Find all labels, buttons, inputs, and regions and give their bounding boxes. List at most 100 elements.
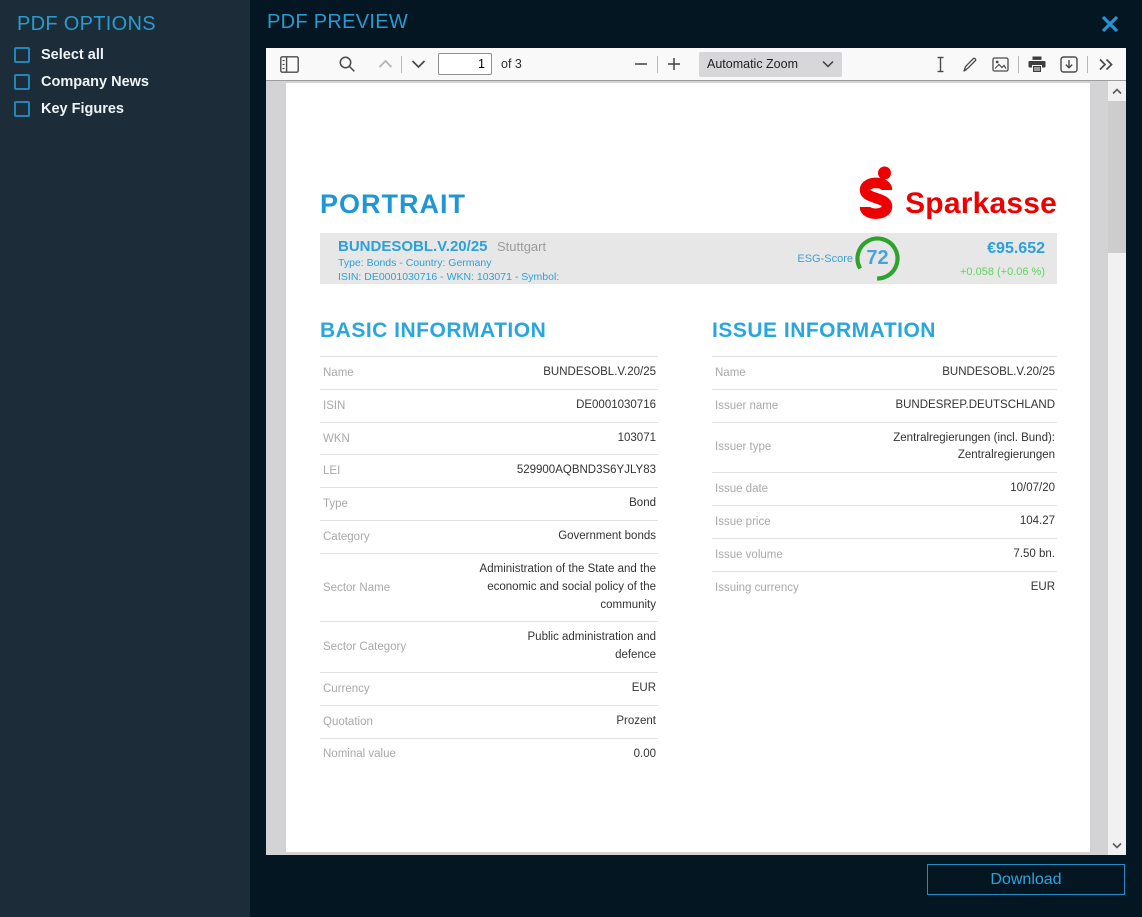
row-value: EUR xyxy=(1031,579,1055,597)
row-label: Issue volume xyxy=(715,549,783,561)
issue-information-section: ISSUE INFORMATION Name BUNDESOBL.V.20/25… xyxy=(712,319,1057,770)
row-value: Prozent xyxy=(616,713,656,731)
option-select-all[interactable]: Select all xyxy=(14,47,250,63)
row-value: DE0001030716 xyxy=(576,397,656,415)
row-label: Quotation xyxy=(323,716,373,728)
vertical-scrollbar[interactable] xyxy=(1108,81,1126,855)
pdf-viewer: of 3 Automatic Zoom xyxy=(266,48,1126,855)
chevron-down-icon xyxy=(822,60,834,68)
zoom-out-icon[interactable] xyxy=(628,51,654,77)
key-figures-checkbox[interactable] xyxy=(14,101,30,117)
instrument-name: BUNDESOBL.V.20/25 xyxy=(338,238,488,255)
image-icon[interactable] xyxy=(987,51,1013,77)
select-all-checkbox[interactable] xyxy=(14,47,30,63)
table-row: Issue date 10/07/20 xyxy=(712,472,1057,505)
more-tools-icon[interactable] xyxy=(1093,51,1119,77)
row-value: BUNDESREP.DEUTSCHLAND xyxy=(895,397,1055,415)
table-row: Sector Category Public administration an… xyxy=(320,621,658,672)
pdf-page: PORTRAIT Sparkasse BUNDESOBL. xyxy=(286,83,1090,852)
row-value: 7.50 bn. xyxy=(1013,546,1055,564)
row-value: BUNDESOBL.V.20/25 xyxy=(942,364,1055,382)
pdf-toolbar: of 3 Automatic Zoom xyxy=(266,48,1126,81)
row-label: Issue price xyxy=(715,516,771,528)
close-icon[interactable] xyxy=(1099,13,1121,35)
table-row: Sector Name Administration of the State … xyxy=(320,553,658,621)
row-label: LEI xyxy=(323,465,340,477)
row-value: Zentralregierungen (incl. Bund): Zentral… xyxy=(850,430,1055,466)
company-news-checkbox[interactable] xyxy=(14,74,30,90)
row-label: Category xyxy=(323,531,370,543)
table-row: Issue price 104.27 xyxy=(712,505,1057,538)
row-label: Type xyxy=(323,498,348,510)
scroll-up-icon[interactable] xyxy=(1108,81,1126,101)
zoom-level-dropdown[interactable]: Automatic Zoom xyxy=(699,52,842,77)
option-company-news[interactable]: Company News xyxy=(14,74,250,90)
zoom-in-icon[interactable] xyxy=(661,51,687,77)
row-label: Currency xyxy=(323,683,370,695)
row-value: Government bonds xyxy=(558,528,656,546)
table-row: Category Government bonds xyxy=(320,520,658,553)
row-value: 103071 xyxy=(618,430,656,448)
table-row: Issuing currency EUR xyxy=(712,571,1057,604)
table-row: Currency EUR xyxy=(320,672,658,705)
pdf-canvas-area: PORTRAIT Sparkasse BUNDESOBL. xyxy=(266,81,1126,855)
row-label: Name xyxy=(715,367,746,379)
brand-name: Sparkasse xyxy=(905,189,1057,219)
page-number-input[interactable] xyxy=(438,53,492,75)
zoom-level-value: Automatic Zoom xyxy=(707,57,798,71)
document-title: PORTRAIT xyxy=(320,189,466,220)
search-icon[interactable] xyxy=(334,51,360,77)
row-value: EUR xyxy=(632,680,656,698)
save-icon[interactable] xyxy=(1056,51,1082,77)
row-label: Nominal value xyxy=(323,748,396,760)
table-row: WKN 103071 xyxy=(320,422,658,455)
esg-score-label: ESG-Score xyxy=(797,253,853,265)
text-selection-icon[interactable] xyxy=(927,51,953,77)
table-row: Name BUNDESOBL.V.20/25 xyxy=(712,356,1057,389)
row-value: 0.00 xyxy=(634,746,656,764)
row-label: ISIN xyxy=(323,400,345,412)
instrument-change: +0.058 (+0.06 %) xyxy=(960,266,1045,278)
previous-page-icon[interactable] xyxy=(372,51,398,77)
table-row: Issuer type Zentralregierungen (incl. Bu… xyxy=(712,422,1057,473)
option-label: Company News xyxy=(41,74,149,90)
row-label: Name xyxy=(323,367,354,379)
instrument-type-line: Type: Bonds - Country: Germany xyxy=(338,257,559,270)
option-label: Select all xyxy=(41,47,104,63)
sparkasse-logo-icon xyxy=(856,166,896,220)
option-key-figures[interactable]: Key Figures xyxy=(14,101,250,117)
row-label: Issuing currency xyxy=(715,582,799,594)
table-row: Issuer name BUNDESREP.DEUTSCHLAND xyxy=(712,389,1057,422)
next-page-icon[interactable] xyxy=(405,51,431,77)
row-label: Sector Category xyxy=(323,641,406,653)
table-row: Nominal value 0.00 xyxy=(320,738,658,771)
download-button[interactable]: Download xyxy=(927,864,1125,895)
panel-title: PDF PREVIEW xyxy=(267,11,408,34)
row-label: Sector Name xyxy=(323,582,390,594)
option-label: Key Figures xyxy=(41,101,124,117)
page-count-label: of 3 xyxy=(501,57,522,71)
row-value: Bond xyxy=(629,495,656,513)
instrument-venue: Stuttgart xyxy=(497,239,546,254)
sparkasse-logo: Sparkasse xyxy=(856,166,1057,220)
print-icon[interactable] xyxy=(1024,51,1050,77)
row-label: Issue date xyxy=(715,483,768,495)
table-row: Type Bond xyxy=(320,487,658,520)
draw-icon[interactable] xyxy=(957,51,983,77)
sidebar-toggle-icon[interactable] xyxy=(276,51,302,77)
pdf-options-sidebar: PDF OPTIONS Select all Company News Key … xyxy=(0,0,250,917)
section-title: ISSUE INFORMATION xyxy=(712,319,1057,343)
scrollbar-thumb[interactable] xyxy=(1108,101,1126,253)
esg-score-gauge: 72 xyxy=(854,235,901,282)
esg-score-value: 72 xyxy=(854,247,901,270)
row-label: Issuer name xyxy=(715,400,778,412)
instrument-price: €95.652 xyxy=(960,240,1045,258)
row-value: 10/07/20 xyxy=(1010,480,1055,498)
row-value: Administration of the State and the econ… xyxy=(441,561,656,614)
section-title: BASIC INFORMATION xyxy=(320,319,658,343)
table-row: Issue volume 7.50 bn. xyxy=(712,538,1057,571)
scroll-down-icon[interactable] xyxy=(1108,835,1126,855)
row-label: WKN xyxy=(323,433,350,445)
instrument-infobar: BUNDESOBL.V.20/25 Stuttgart Type: Bonds … xyxy=(320,233,1057,284)
table-row: ISIN DE0001030716 xyxy=(320,389,658,422)
